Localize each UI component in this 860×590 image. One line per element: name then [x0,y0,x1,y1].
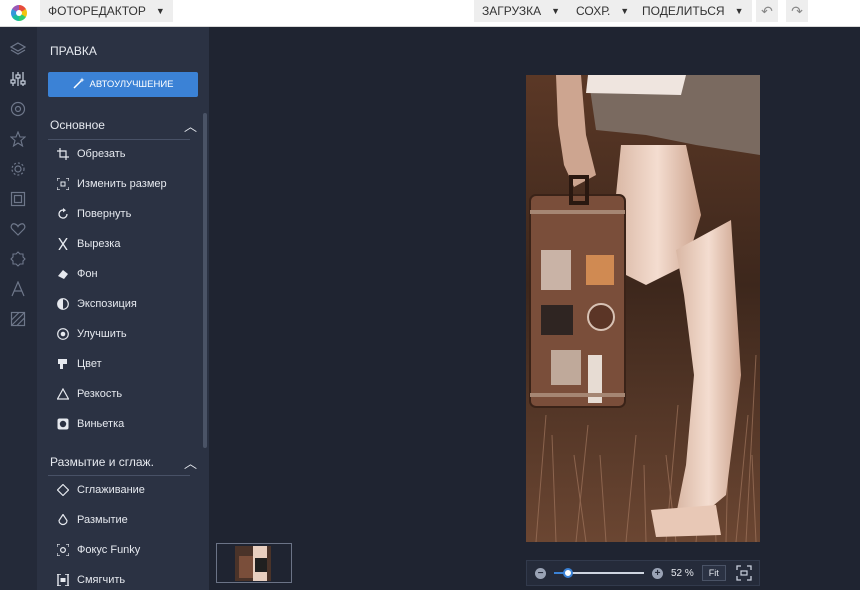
save-button[interactable]: СОХР. ▼ [568,0,638,22]
texture-icon[interactable] [9,310,27,328]
gear-icon[interactable] [9,160,27,178]
tool-background[interactable]: Фон [56,265,98,283]
share-label: ПОДЕЛИТЬСЯ [642,4,725,18]
crop-icon [56,148,69,161]
tool-label: Изменить размер [77,178,167,190]
tool-rail [0,27,37,590]
paint-bucket-icon [56,358,69,371]
vignette-icon [56,418,69,431]
tool-color[interactable]: Цвет [56,355,102,373]
photo-canvas[interactable] [526,75,760,542]
top-bar: ФОТОРЕДАКТОР ▼ ЗАГРУЗКА ▼ СОХР. ▼ ПОДЕЛИ… [0,0,860,27]
tool-label: Фон [77,268,98,280]
canvas-area: − + 52 % Fit [209,27,860,590]
tool-label: Фокус Funky [77,544,141,556]
caret-down-icon: ▼ [620,6,630,16]
tool-label: Повернуть [77,208,132,220]
divider [48,475,190,476]
rotate-icon [56,208,69,221]
scissors-icon [56,238,69,251]
sliders-icon[interactable] [9,70,27,88]
tool-vignette[interactable]: Виньетка [56,415,124,433]
thumbnail-image [235,546,271,581]
app-menu-button[interactable]: ФОТОРЕДАКТОР ▼ [40,0,173,22]
tool-exposure[interactable]: Экспозиция [56,295,137,313]
eraser-icon [56,268,69,281]
chevron-up-icon[interactable]: ︿ [184,453,197,472]
badge-icon[interactable] [9,250,27,268]
focus-icon [56,544,69,557]
zoom-bar: − + 52 % Fit [526,560,760,586]
caret-down-icon: ▼ [734,6,744,16]
app-menu-label: ФОТОРЕДАКТОР [48,4,146,18]
tool-label: Экспозиция [77,298,137,310]
tool-smoothing[interactable]: Сглаживание [56,481,145,499]
zoom-slider-handle[interactable] [562,568,573,578]
section-blur-header[interactable]: Размытие и сглаж. ︿ [50,455,197,471]
tool-label: Резкость [77,388,123,400]
eye-icon[interactable] [9,100,27,118]
star-icon[interactable] [9,130,27,148]
panel-title: ПРАВКА [50,44,97,58]
tool-enhance[interactable]: Улучшить [56,325,127,343]
save-label: СОХР. [576,4,611,18]
tool-resize[interactable]: Изменить размер [56,175,167,193]
chevron-up-icon[interactable]: ︿ [184,116,197,135]
tool-rotate[interactable]: Повернуть [56,205,131,223]
upload-button[interactable]: ЗАГРУЗКА ▼ [474,0,569,22]
soften-icon [56,574,69,587]
section-basic-header[interactable]: Основное ︿ [50,118,197,134]
tool-cutout[interactable]: Вырезка [56,235,120,253]
zoom-slider[interactable] [554,568,644,578]
tool-label: Обрезать [77,148,126,160]
tool-label: Размытие [77,514,128,526]
layers-icon[interactable] [9,40,27,58]
app-logo-icon [11,5,27,21]
tool-label: Виньетка [77,418,125,430]
fit-button[interactable]: Fit [701,565,726,581]
photo-image [526,75,760,542]
resize-icon [56,178,69,191]
section-basic-title: Основное [50,118,105,132]
tool-label: Цвет [77,358,102,370]
auto-enhance-button[interactable]: АВТОУЛУЧШЕНИЕ [48,72,198,97]
heart-icon[interactable] [9,220,27,238]
zoom-out-icon[interactable]: − [535,567,546,579]
redo-icon[interactable]: ↷ [786,0,808,22]
section-blur-title: Размытие и сглаж. [50,455,154,469]
drop-icon [56,514,69,527]
diamond-icon [56,484,69,497]
tool-funky-focus[interactable]: Фокус Funky [56,541,140,559]
divider [48,139,190,140]
tool-label: Сглаживание [77,484,145,496]
upload-label: ЗАГРУЗКА [482,4,542,18]
panel-scrollbar[interactable] [203,113,207,448]
zoom-in-icon[interactable]: + [652,567,663,579]
caret-down-icon: ▼ [551,6,561,16]
exposure-icon [56,298,69,311]
magic-wand-icon [72,77,85,92]
undo-icon[interactable]: ↶ [756,0,778,22]
tool-label: Улучшить [77,328,127,340]
auto-enhance-label: АВТОУЛУЧШЕНИЕ [89,79,174,90]
share-button[interactable]: ПОДЕЛИТЬСЯ ▼ [634,0,752,22]
tool-soften[interactable]: Смягчить [56,571,125,589]
text-icon[interactable] [9,280,27,298]
edit-panel: ПРАВКА АВТОУЛУЧШЕНИЕ Основное ︿ Обрезать… [37,27,209,590]
frame-icon[interactable] [9,190,27,208]
caret-down-icon: ▼ [155,6,165,16]
tool-label: Вырезка [77,238,121,250]
tool-crop[interactable]: Обрезать [56,145,126,163]
zoom-percent: 52 % [671,567,694,579]
enhance-icon [56,328,69,341]
fullscreen-icon[interactable] [736,565,752,581]
tool-label: Смягчить [77,574,126,586]
tool-blur[interactable]: Размытие [56,511,128,529]
tool-sharpness[interactable]: Резкость [56,385,122,403]
photo-thumbnail[interactable] [216,543,292,583]
triangle-icon [56,388,69,401]
